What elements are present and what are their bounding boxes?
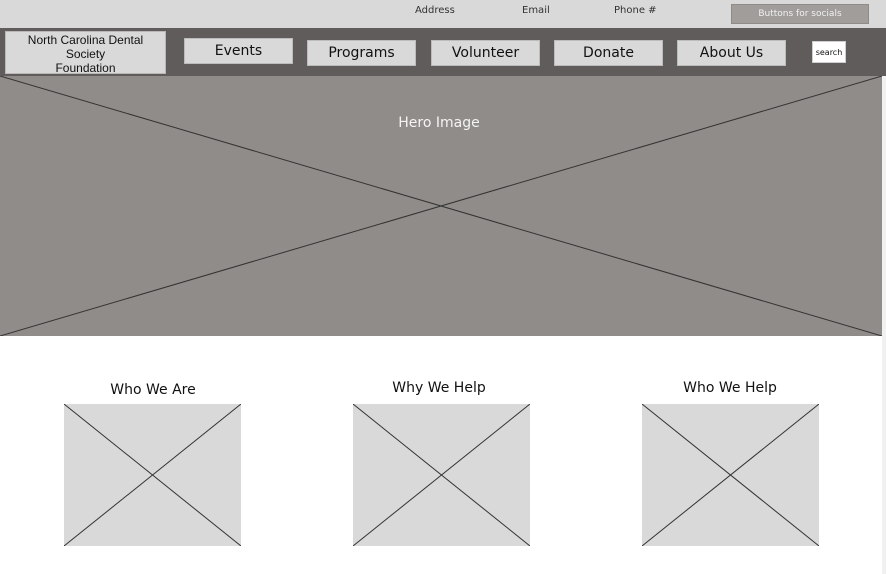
placeholder-cross bbox=[64, 404, 241, 546]
address-text[interactable]: Address bbox=[415, 5, 455, 16]
section-title-who-we-help: Who We Help bbox=[683, 380, 777, 396]
hero-label: Hero Image bbox=[398, 115, 480, 131]
section-title-who-we-are: Who We Are bbox=[110, 382, 196, 398]
logo-line-3: Foundation bbox=[55, 61, 116, 75]
hero-image-placeholder: Hero Image bbox=[0, 76, 882, 336]
logo-line-1: North Carolina Dental bbox=[27, 33, 144, 47]
nav-volunteer-button[interactable]: Volunteer bbox=[431, 40, 540, 66]
why-we-help-image-placeholder bbox=[353, 404, 530, 546]
search-button[interactable]: search bbox=[812, 41, 846, 63]
who-we-help-image-placeholder bbox=[642, 404, 819, 546]
email-text[interactable]: Email bbox=[522, 5, 550, 16]
main-navbar: North Carolina Dental Society Foundation… bbox=[0, 28, 886, 76]
placeholder-cross bbox=[642, 404, 819, 546]
section-title-why-we-help: Why We Help bbox=[392, 380, 486, 396]
nav-about-us-button[interactable]: About Us bbox=[677, 40, 786, 66]
page-right-edge bbox=[882, 76, 886, 574]
logo-line-2: Society bbox=[65, 47, 106, 61]
placeholder-cross bbox=[353, 404, 530, 546]
nav-events-button[interactable]: Events bbox=[184, 38, 293, 64]
site-logo[interactable]: North Carolina Dental Society Foundation bbox=[5, 31, 166, 75]
top-contact-bar: Address Email Phone # Buttons for social… bbox=[0, 0, 886, 28]
socials-button[interactable]: Buttons for socials bbox=[731, 4, 869, 24]
phone-text[interactable]: Phone # bbox=[614, 5, 657, 16]
nav-programs-button[interactable]: Programs bbox=[307, 40, 416, 66]
nav-donate-button[interactable]: Donate bbox=[554, 40, 663, 66]
who-we-are-image-placeholder bbox=[64, 404, 241, 546]
